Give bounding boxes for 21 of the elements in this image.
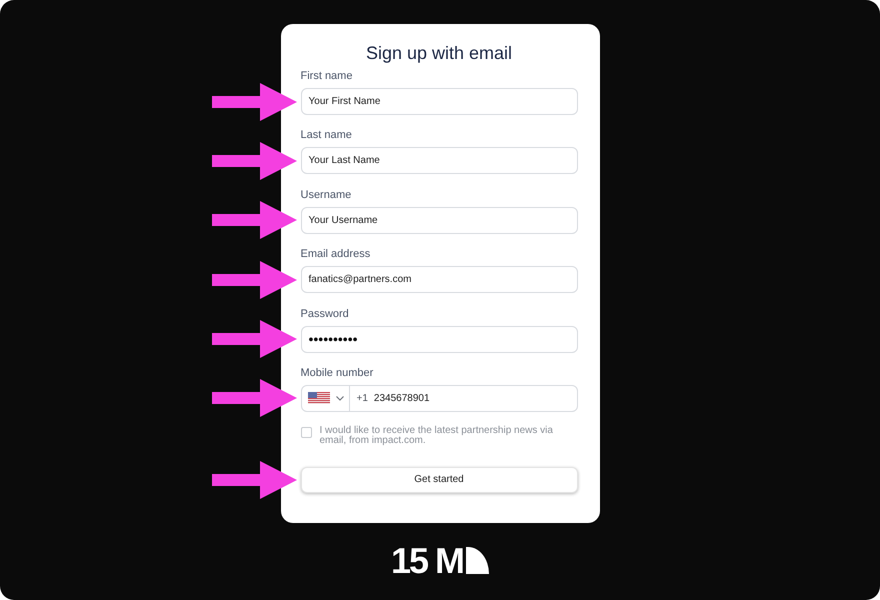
get-started-button[interactable]: Get started	[300, 466, 578, 493]
text-field[interactable]: Your First Name	[300, 88, 578, 115]
field-label: Username	[300, 188, 352, 202]
flag-icon	[308, 392, 330, 404]
checkbox[interactable]	[300, 426, 312, 438]
form-title: Sign up with email	[364, 42, 514, 64]
field-label: Email address	[300, 247, 372, 262]
chevron-down-icon	[336, 396, 344, 401]
text-field[interactable]: Your Last Name	[300, 147, 578, 174]
field-label: Password	[300, 306, 350, 321]
phone-field[interactable]: +1 2345678901	[300, 384, 578, 412]
logo-text: 15 M	[390, 542, 464, 579]
phone-number: 2345678901	[374, 392, 430, 404]
field-label: First name	[300, 69, 354, 83]
dial-code: +1	[356, 392, 368, 404]
password-field[interactable]: ••••••••••	[300, 326, 578, 353]
consent-text: I would like to receive the latest partnership news via email, from impact.com.	[320, 426, 554, 446]
field-label: Mobile number	[300, 366, 374, 380]
email-field[interactable]: fanatics@partners.com	[300, 266, 578, 294]
text-field[interactable]: Your Username	[300, 206, 578, 234]
field-label: Last name	[300, 128, 353, 142]
